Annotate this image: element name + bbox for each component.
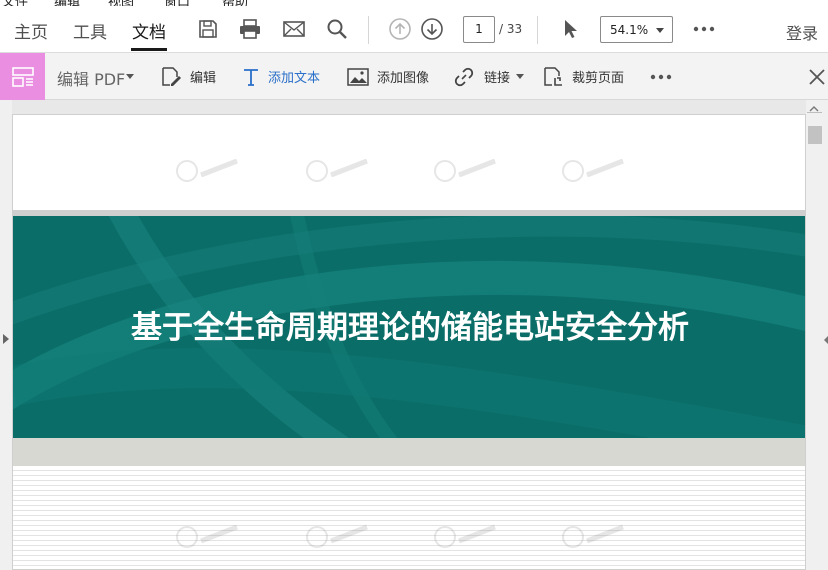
watermark-logo — [176, 158, 238, 182]
mail-icon[interactable] — [281, 16, 307, 42]
app-window: 文件 编辑 视图 窗口 帮助 主页 工具 文档 1 / 33 — [0, 0, 828, 570]
add-image-label: 添加图像 — [377, 71, 430, 86]
zoom-value: 54.1% — [610, 23, 649, 37]
search-icon[interactable] — [324, 16, 350, 42]
vertical-scrollbar[interactable] — [806, 100, 828, 570]
document-viewport[interactable]: 基于全生命周期理论的储能电站安全分析 — [0, 100, 828, 570]
tab-document[interactable]: 文档 — [132, 18, 166, 43]
chevron-down-icon[interactable] — [516, 74, 524, 79]
add-image-icon — [347, 67, 369, 86]
more-icon — [650, 74, 672, 79]
page-down-icon[interactable] — [419, 16, 445, 42]
link-icon — [454, 67, 474, 86]
crop-page-icon — [544, 66, 562, 86]
tab-home[interactable]: 主页 — [14, 18, 48, 43]
edit-pdf-title[interactable]: 编辑 PDF — [57, 66, 125, 90]
banner-bottom-band — [13, 438, 805, 466]
close-icon[interactable] — [806, 66, 828, 88]
page-body-lines — [13, 466, 805, 569]
select-cursor-icon[interactable] — [557, 16, 583, 42]
scroll-track-divider — [807, 112, 822, 113]
crop-page-button[interactable]: 裁剪页面 — [542, 53, 624, 100]
watermark-logo — [562, 158, 624, 182]
more-icon[interactable] — [691, 16, 717, 42]
watermark-logo — [562, 524, 624, 548]
add-text-icon — [244, 68, 258, 86]
link-button[interactable]: 链接 — [452, 53, 510, 100]
watermark-logo — [306, 524, 368, 548]
toolbar-divider — [368, 16, 369, 44]
zoom-select[interactable]: 54.1% — [600, 16, 673, 43]
tab-tools[interactable]: 工具 — [73, 18, 107, 43]
page-up-icon[interactable] — [387, 16, 413, 42]
watermark-logo — [434, 158, 496, 182]
save-icon[interactable] — [195, 16, 221, 42]
edit-icon — [162, 66, 181, 86]
right-panel-toggle-icon[interactable] — [824, 336, 828, 344]
edit-pdf-toolbar: 编辑 PDF 编辑 添加文本 添加图像 链接 裁剪页面 — [0, 53, 828, 100]
watermark-logo — [434, 524, 496, 548]
toolbar-divider — [537, 16, 538, 44]
document-title: 基于全生命周期理论的储能电站安全分析 — [131, 310, 689, 346]
pdf-page: 基于全生命周期理论的储能电站安全分析 — [12, 114, 806, 570]
active-tab-indicator — [131, 48, 167, 51]
main-toolbar: 主页 工具 文档 1 / 33 54.1% 登录 — [0, 6, 828, 53]
crop-page-label: 裁剪页面 — [572, 71, 625, 86]
edit-tool-label: 编辑 — [190, 71, 217, 86]
chevron-right-icon — [3, 334, 9, 344]
print-icon[interactable] — [237, 16, 263, 42]
watermark-logo — [176, 524, 238, 548]
title-banner: 基于全生命周期理论的储能电站安全分析 — [13, 216, 805, 438]
left-panel-toggle[interactable] — [0, 100, 12, 570]
login-button[interactable]: 登录 — [786, 20, 818, 44]
add-text-button[interactable]: 添加文本 — [242, 53, 320, 100]
add-text-label: 添加文本 — [268, 71, 321, 86]
edit-pdf-tool-icon[interactable] — [0, 53, 45, 100]
chevron-down-icon[interactable] — [126, 74, 134, 79]
edit-more-button[interactable] — [650, 53, 672, 100]
link-label: 链接 — [484, 71, 511, 86]
scroll-thumb[interactable] — [808, 126, 822, 144]
edit-tool-button[interactable]: 编辑 — [160, 53, 216, 100]
page-total: / 33 — [499, 22, 523, 36]
chevron-down-icon — [656, 28, 664, 33]
page-number-input[interactable]: 1 — [463, 16, 495, 43]
add-image-button[interactable]: 添加图像 — [347, 53, 429, 100]
scroll-up-icon[interactable] — [806, 100, 822, 112]
watermark-logo — [306, 158, 368, 182]
